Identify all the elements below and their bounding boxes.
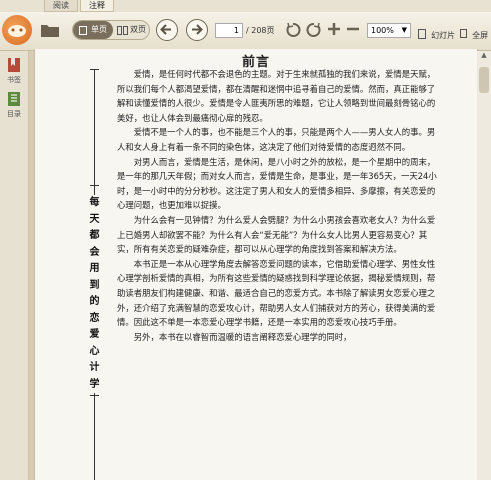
app-logo-icon[interactable]: [2, 15, 32, 45]
double-page-icon-right: [123, 26, 128, 35]
vertical-title-char: 会: [89, 246, 100, 258]
sidebar-item-toc[interactable]: 目录: [3, 91, 25, 119]
body-paragraph: 对男人而言，爱情是生活，是休闲，是八小时之外的放松，是一个星期中的周末，是一年的…: [117, 156, 437, 211]
tab-read[interactable]: 阅读: [44, 0, 78, 12]
rotate-right-icon[interactable]: [306, 22, 322, 42]
sidebar-item-label: 目录: [7, 110, 21, 118]
zoom-out-icon[interactable]: [345, 21, 361, 41]
body-paragraph: 另外，本书在以睿智而温暖的语言阐释恋爱心理学的同时，: [133, 331, 352, 342]
vertical-title-char: 恋: [89, 312, 100, 324]
chevron-down-icon: ▼: [401, 26, 407, 34]
vertical-title-char: 都: [89, 230, 100, 241]
zoom-value: 100%: [371, 26, 394, 35]
vertical-title-char: 天: [89, 213, 100, 225]
document-body: 爱情，是任何时代都不会退色的主题。对于生来就孤独的我们来说，爱情是天赋，所以我们…: [117, 67, 442, 344]
rotate-left-icon[interactable]: [285, 22, 301, 42]
document-page: 前言 每 天 都 会 用 到 的 恋 爱 心 计 学 爱情，是任何时代都不会退色…: [34, 49, 478, 480]
vertical-title-char: 的: [89, 296, 100, 307]
double-page-button[interactable]: 双页: [113, 21, 149, 39]
sidebar-item-label: 书签: [7, 76, 21, 84]
scroll-thumb[interactable]: [479, 67, 489, 93]
zoom-select[interactable]: 100% ▼: [367, 23, 411, 38]
double-page-label: 双页: [130, 25, 146, 34]
view-mode-toggle: 单页 双页: [72, 20, 150, 40]
zoom-in-icon[interactable]: [326, 21, 342, 41]
fullscreen-label: 全屏: [472, 31, 489, 40]
vertical-title-char: 每: [89, 197, 100, 208]
slideshow-button[interactable]: 幻灯片: [418, 23, 455, 43]
sidebar-item-bookmark[interactable]: 书签: [3, 57, 25, 85]
open-folder-icon[interactable]: [40, 22, 60, 38]
vertical-title-char: 学: [89, 378, 100, 390]
body-paragraph: 爱情，是任何时代都不会退色的主题。对于生来就孤独的我们来说，爱情是天赋，所以我们…: [117, 69, 436, 123]
body-paragraph: 本书正是一本从心理学角度去解答恋爱问题的读本，它借助爱情心理学、男性女性心理学剖…: [117, 258, 436, 328]
next-page-button[interactable]: [186, 19, 208, 41]
rule-tick: [90, 69, 99, 70]
tab-strip: 阅读 注释: [0, 0, 491, 12]
toolbar: 单页 双页 1 / 208页 100% ▼ 幻灯片 全屏: [0, 12, 491, 51]
tab-annotate[interactable]: 注释: [80, 0, 114, 12]
vertical-book-title: 每 天 都 会 用 到 的 恋 爱 心 计 学: [87, 195, 102, 393]
arrow-right-icon: [192, 24, 203, 35]
body-paragraph: 爱情不是一个人的事，也不能是三个人的事，只能是两个人——男人女人的事。男人和女人…: [117, 127, 436, 152]
vertical-title-char: 爱: [89, 329, 100, 340]
bookmark-icon: [8, 58, 20, 72]
single-page-button[interactable]: 单页: [73, 21, 113, 39]
page-number-input[interactable]: 1: [215, 23, 243, 38]
vertical-title-char: 到: [89, 279, 100, 291]
vertical-title-char: 心: [89, 345, 100, 357]
body-paragraph: 为什么会有一见钟情？为什么爱人会劈腿？为什么小男孩会喜欢老女人？为什么爱上已婚男…: [117, 214, 436, 255]
slideshow-icon: [418, 28, 426, 39]
slideshow-label: 幻灯片: [431, 31, 456, 40]
toc-icon: [8, 92, 20, 106]
sidebar: 书签 目录: [0, 51, 29, 480]
double-page-icon: [117, 26, 122, 35]
fullscreen-button[interactable]: 全屏: [460, 23, 488, 43]
previous-page-button[interactable]: [156, 19, 178, 41]
arrow-left-icon: [160, 24, 171, 35]
rule-tick: [90, 395, 99, 396]
fullscreen-icon: [460, 29, 467, 38]
vertical-title-char: 用: [89, 263, 100, 274]
vertical-scrollbar[interactable]: ▲: [477, 51, 491, 480]
rule-tick: [90, 185, 99, 186]
single-page-label: 单页: [91, 25, 107, 34]
single-page-icon: [79, 26, 87, 35]
vertical-title-char: 计: [89, 362, 100, 373]
page-total-label: / 208页: [246, 26, 275, 35]
scroll-up-icon[interactable]: ▲: [477, 51, 491, 63]
